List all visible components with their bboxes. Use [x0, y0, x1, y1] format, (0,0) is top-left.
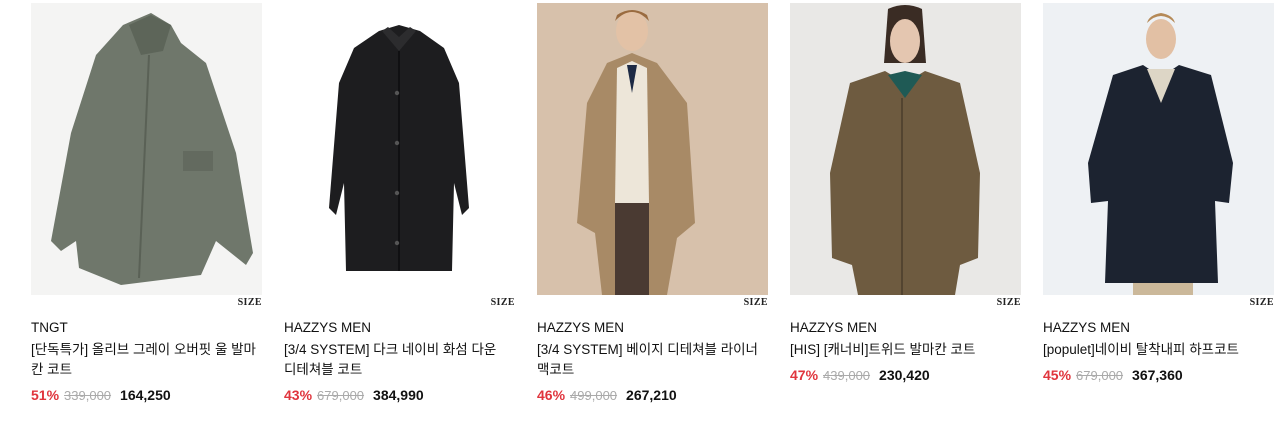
- product-brand[interactable]: HAZZYS MEN: [284, 319, 515, 336]
- original-price: 679,000: [317, 388, 365, 403]
- sale-price: 367,360: [1132, 367, 1183, 383]
- product-image[interactable]: [284, 3, 515, 295]
- price-row: 47% 439,000 230,420: [790, 365, 1021, 386]
- product-image[interactable]: [31, 3, 262, 295]
- price-row: 51% 339,000 164,250: [31, 385, 262, 406]
- discount-rate: 43%: [284, 387, 313, 403]
- product-name[interactable]: [3/4 SYSTEM] 베이지 디테쳐블 라이너 맥코트: [537, 340, 765, 380]
- discount-rate: 46%: [537, 387, 566, 403]
- original-price: 339,000: [64, 388, 112, 403]
- product-image[interactable]: [790, 3, 1021, 295]
- original-price: 439,000: [823, 368, 871, 383]
- product-card[interactable]: SIZE HAZZYS MEN [3/4 SYSTEM] 다크 네이비 화섬 다…: [284, 3, 515, 406]
- sale-price: 230,420: [879, 367, 930, 383]
- product-card[interactable]: SIZE HAZZYS MEN [HIS] [캐너비]트위드 발마칸 코트 47…: [790, 3, 1021, 406]
- product-name[interactable]: [단독특가] 올리브 그레이 오버핏 울 발마칸 코트: [31, 340, 259, 380]
- size-label[interactable]: SIZE: [1043, 295, 1274, 313]
- sale-price: 384,990: [373, 387, 424, 403]
- discount-rate: 45%: [1043, 367, 1072, 383]
- product-brand[interactable]: HAZZYS MEN: [1043, 319, 1274, 336]
- product-name[interactable]: [populet]네이비 탈착내피 하프코트: [1043, 340, 1271, 360]
- original-price: 499,000: [570, 388, 618, 403]
- product-name[interactable]: [3/4 SYSTEM] 다크 네이비 화섬 다운 디테쳐블 코트: [284, 340, 512, 380]
- size-label[interactable]: SIZE: [31, 295, 262, 313]
- product-brand[interactable]: HAZZYS MEN: [790, 319, 1021, 336]
- product-card[interactable]: SIZE HAZZYS MEN [3/4 SYSTEM] 베이지 디테쳐블 라이…: [537, 3, 768, 406]
- original-price: 679,000: [1076, 368, 1124, 383]
- product-name[interactable]: [HIS] [캐너비]트위드 발마칸 코트: [790, 340, 1018, 360]
- price-row: 45% 679,000 367,360: [1043, 365, 1274, 386]
- size-label[interactable]: SIZE: [537, 295, 768, 313]
- price-row: 43% 679,000 384,990: [284, 385, 515, 406]
- product-card[interactable]: SIZE TNGT [단독특가] 올리브 그레이 오버핏 울 발마칸 코트 51…: [31, 3, 262, 406]
- product-grid: SIZE TNGT [단독특가] 올리브 그레이 오버핏 울 발마칸 코트 51…: [31, 3, 1274, 406]
- product-brand[interactable]: HAZZYS MEN: [537, 319, 768, 336]
- product-image[interactable]: [1043, 3, 1274, 295]
- product-brand[interactable]: TNGT: [31, 319, 262, 336]
- discount-rate: 51%: [31, 387, 60, 403]
- product-card[interactable]: SIZE HAZZYS MEN [populet]네이비 탈착내피 하프코트 4…: [1043, 3, 1274, 406]
- product-image[interactable]: [537, 3, 768, 295]
- size-label[interactable]: SIZE: [284, 295, 515, 313]
- sale-price: 267,210: [626, 387, 677, 403]
- sale-price: 164,250: [120, 387, 171, 403]
- size-label[interactable]: SIZE: [790, 295, 1021, 313]
- price-row: 46% 499,000 267,210: [537, 385, 768, 406]
- discount-rate: 47%: [790, 367, 819, 383]
